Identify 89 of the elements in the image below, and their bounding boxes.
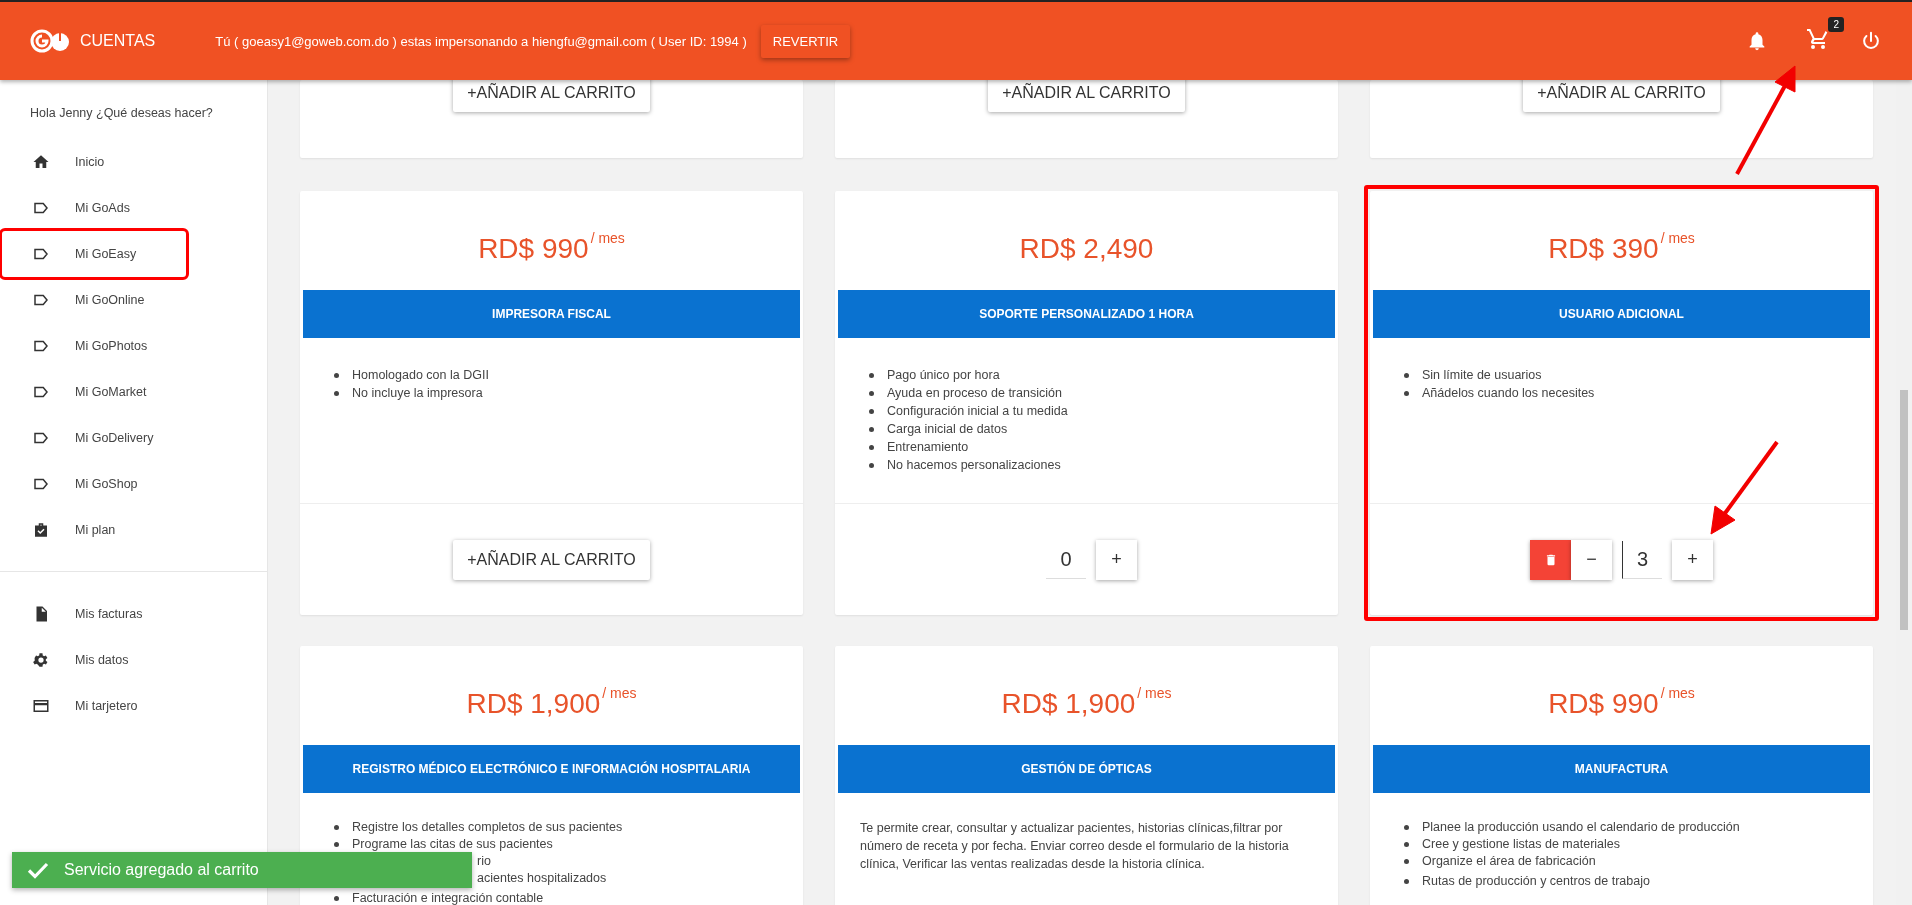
feature-text: Carga inicial de datos (887, 421, 1008, 438)
bullet-dot (334, 372, 339, 378)
sidebar-item[interactable]: Mi GoOnline (2, 277, 186, 323)
briefcase-check-icon (32, 521, 50, 539)
feature-text: No incluye la impresora (352, 385, 483, 402)
price: RD$ 990 (1548, 688, 1659, 720)
feature-text: Añádelos cuando los necesites (1422, 385, 1595, 402)
bullet-dot (869, 408, 874, 414)
price-period: / mes (1660, 231, 1695, 245)
sidebar-item[interactable]: Mi GoShop (2, 461, 186, 507)
impersonation-notice: Tú ( goeasy1@goweb.com.do ) estas impersonando a hiengfu@gmail.com ( User ID: 1994 ) (215, 33, 747, 49)
plan-title-band: IMPRESORA FISCAL (303, 290, 800, 338)
sidebar-item[interactable]: Mi tarjetero (2, 683, 186, 729)
revert-button[interactable]: REVERTIR (760, 24, 851, 58)
bullet-dot (334, 825, 339, 830)
sidebar-item[interactable]: Mi GoEasy (2, 231, 186, 277)
price: RD$ 1,900 (466, 688, 601, 720)
add-to-cart-button[interactable]: +AÑADIR AL CARRITO (1523, 80, 1720, 112)
bullet-dot (869, 372, 874, 378)
price-period: / mes (590, 231, 625, 245)
price-period: / mes (602, 686, 637, 700)
plan-title-band: USUARIO ADICIONAL (1373, 290, 1870, 338)
bullet-dot (1404, 825, 1409, 830)
add-to-cart-button[interactable]: +AÑADIR AL CARRITO (453, 539, 650, 580)
plan-title-band: SOPORTE PERSONALIZADO 1 HORA (838, 290, 1335, 338)
price: RD$ 990 (478, 233, 589, 265)
bullet-dot (1404, 842, 1409, 847)
bullet-dot (869, 390, 874, 396)
bullet-dot (334, 842, 339, 847)
feature-text: Organize el área de fabricación (1422, 853, 1596, 870)
bullet-dot (334, 896, 339, 901)
feature-text: Sin límite de usuarios (1422, 367, 1542, 384)
add-to-cart-button[interactable]: +AÑADIR AL CARRITO (453, 80, 650, 112)
feature-text: Entrenamiento (887, 439, 969, 456)
price: RD$ 2,490 (1019, 233, 1154, 265)
feature-text: Registre los detalles completos de sus pacientes (352, 819, 623, 836)
price-period: / mes (1137, 686, 1172, 700)
greeting: Hola Jenny ¿Qué deseas hacer? (29, 106, 214, 120)
feature-text: Configuración inicial a tu medida (887, 403, 1068, 420)
bullet-dot (334, 390, 339, 396)
sidebar-item[interactable]: Mis facturas (2, 591, 186, 637)
bullet-dot (1404, 372, 1409, 378)
feature-text: rio (477, 853, 491, 870)
feature-text: Pago único por hora (887, 367, 1000, 384)
feature-text: Facturación e integración contable (352, 890, 544, 905)
plan-title-band: REGISTRO MÉDICO ELECTRÓNICO E INFORMACIÓN HOSPITALARIA (303, 745, 800, 793)
increase-button[interactable]: + (1096, 539, 1137, 580)
feature-text: acientes hospitalizados (477, 870, 607, 887)
bullet-dot (1404, 390, 1409, 396)
sidebar-item[interactable]: Mi GoMarket (2, 369, 186, 415)
credit-card-icon (32, 697, 50, 715)
toast-message: Servicio agregado al carrito (64, 861, 259, 879)
increase-button[interactable]: + (1672, 539, 1713, 580)
plan-title-band: GESTIÓN DE ÓPTICAS (838, 745, 1335, 793)
sidebar-item[interactable]: Mi GoPhotos (2, 323, 186, 369)
price: RD$ 390 (1548, 233, 1659, 265)
app-title: CUENTAS (80, 32, 156, 50)
quantity-field[interactable]: 0 (1046, 540, 1086, 579)
price-period: / mes (1660, 686, 1695, 700)
plan-title-band: MANUFACTURA (1373, 745, 1870, 793)
sidebar-item[interactable]: Mis datos (2, 637, 186, 683)
description: Te permite crear, consultar y actualizar pacientes, historias clínicas,filtrar por número de receta y por fecha. Enviar correo desde el formulario de la historia clínica, Verificar las ventas realizadas desde la historia clínica. (860, 820, 1290, 873)
settings-icon (32, 651, 50, 669)
home-icon (32, 153, 50, 171)
feature-text: No hacemos personalizaciones (887, 457, 1061, 474)
cart-count-badge: 2 (1828, 17, 1844, 32)
quantity-field[interactable]: 3 (1622, 540, 1662, 579)
sidebar-item[interactable]: Mi GoAds (2, 185, 186, 231)
feature-text: Rutas de producción y centros de trabajo (1422, 873, 1650, 890)
cart-icon[interactable] (1806, 27, 1830, 51)
sidebar-item[interactable]: Mi plan (2, 507, 186, 553)
bullet-dot (1404, 879, 1409, 884)
bullet-dot (869, 426, 874, 432)
delete-button[interactable] (1530, 539, 1571, 580)
add-to-cart-button[interactable]: +AÑADIR AL CARRITO (988, 80, 1185, 112)
sidebar-item[interactable]: Mi GoDelivery (2, 415, 186, 461)
feature-text: Ayuda en proceso de transición (887, 385, 1062, 402)
bullet-dot (869, 444, 874, 450)
bullet-dot (1404, 859, 1409, 864)
logo-icon (30, 28, 70, 54)
power-icon[interactable] (1860, 30, 1882, 52)
bullet-dot (869, 462, 874, 468)
decrease-button[interactable]: − (1571, 539, 1612, 580)
feature-text: Planee la producción usando el calendario de producción (1422, 819, 1740, 836)
sidebar-item[interactable]: Inicio (2, 139, 186, 185)
feature-text: Cree y gestione listas de materiales (1422, 836, 1620, 853)
feature-text: Homologado con la DGII (352, 367, 489, 384)
price: RD$ 1,900 (1001, 688, 1136, 720)
feature-text: Programe las citas de sus pacientes (352, 836, 553, 853)
